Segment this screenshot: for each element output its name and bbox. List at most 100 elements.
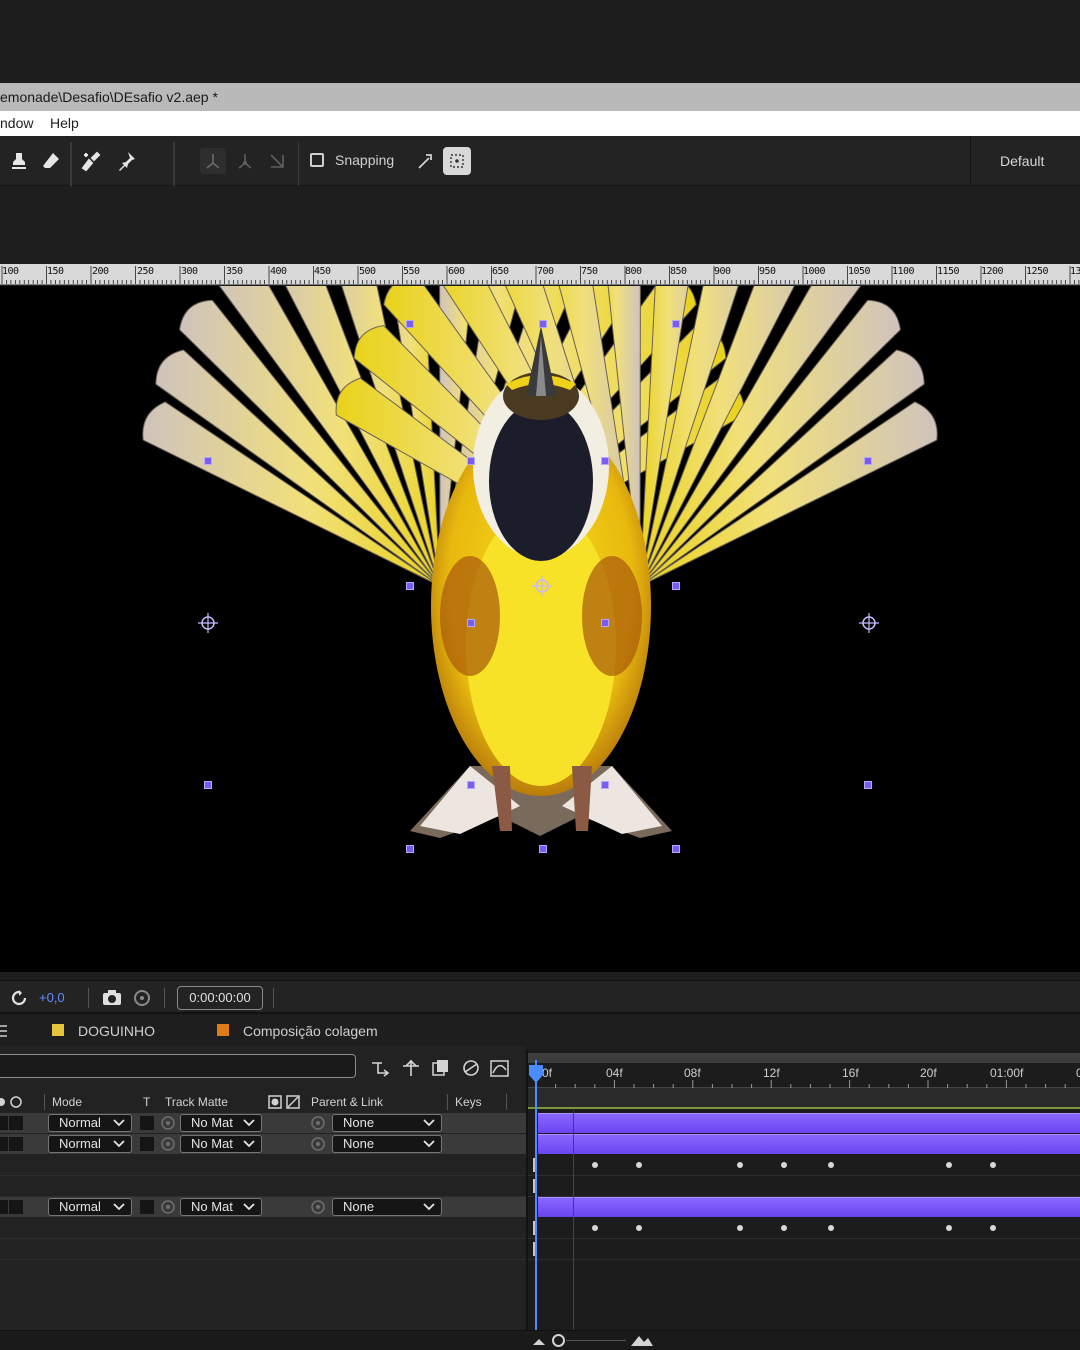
draft-3d-icon[interactable] [400,1058,422,1078]
preserve-transparency-toggle[interactable] [139,1136,155,1152]
layer-duration-bar[interactable] [538,1134,1080,1154]
parent-pickwhip-icon[interactable] [310,1116,326,1130]
keyframe[interactable] [781,1162,787,1168]
snap-options-icon[interactable] [412,148,438,174]
show-snapshot-icon[interactable] [132,989,152,1007]
mode-dropdown[interactable]: Normal [48,1135,132,1153]
puppet-pin-icon[interactable] [114,148,140,174]
snapping-checkbox[interactable] [310,153,324,167]
layer-duration-bar[interactable] [538,1113,1080,1133]
layer-duration-bar[interactable] [538,1197,1080,1217]
anchor-point-icon[interactable] [857,611,881,635]
timeline-graph-area[interactable]: 0f 04f 08f 12f 16f 20f 01:00f 0 [526,1050,1080,1330]
mode-dropdown[interactable]: Normal [48,1114,132,1132]
mode-column-header[interactable]: Mode [52,1095,82,1109]
track-matte-dropdown[interactable]: No Mat [180,1135,262,1153]
anchor-point-icon[interactable] [196,611,220,635]
transform-handle[interactable] [672,582,680,590]
track-matte-column-header[interactable]: Track Matte [165,1095,228,1109]
transform-handle[interactable] [539,320,547,328]
track-matte-dropdown[interactable]: No Mat [180,1198,262,1216]
preserve-transparency-toggle[interactable] [139,1199,155,1215]
layer-row[interactable]: Normal No Mat None [0,1134,526,1154]
transform-handle[interactable] [406,582,414,590]
transform-handle[interactable] [601,781,609,789]
workspace-default[interactable]: Default [970,136,1080,186]
keyframe[interactable] [781,1225,787,1231]
exposure-value[interactable]: +0,0 [39,990,65,1005]
transform-handle[interactable] [672,845,680,853]
transform-handle[interactable] [467,781,475,789]
keyframe[interactable] [592,1225,598,1231]
keyframe[interactable] [636,1162,642,1168]
keyframe[interactable] [592,1162,598,1168]
t-column-header[interactable]: T [143,1095,150,1109]
graph-editor-icon[interactable] [489,1058,511,1078]
eraser-tool-icon[interactable] [38,148,64,174]
keyframe[interactable] [946,1225,952,1231]
snap-features-icon[interactable] [443,147,471,175]
keyframe[interactable] [990,1162,996,1168]
layer-row[interactable]: Normal No Mat None [0,1197,526,1217]
zoom-slider-handle[interactable] [552,1334,565,1347]
keyframe[interactable] [737,1162,743,1168]
zoom-slider-track[interactable] [566,1340,626,1341]
menu-item-help[interactable]: Help [50,111,79,136]
keyframe[interactable] [636,1225,642,1231]
pickwhip-icon[interactable] [160,1200,176,1214]
composition-viewer[interactable] [0,286,1080,972]
transform-handle[interactable] [601,619,609,627]
transform-handle[interactable] [467,619,475,627]
parent-dropdown[interactable]: None [332,1135,442,1153]
transform-handle[interactable] [406,320,414,328]
solo-toggle[interactable] [8,1199,24,1215]
zoom-out-icon[interactable] [532,1335,546,1347]
tab-doguinho[interactable]: DOGUINHO [78,1023,155,1039]
transform-handle[interactable] [406,845,414,853]
solo-toggle[interactable] [8,1136,24,1152]
frame-blending-icon[interactable] [430,1058,452,1078]
stamp-tool-icon[interactable] [6,148,32,174]
parent-link-column-header[interactable]: Parent & Link [311,1095,383,1109]
keyframe[interactable] [828,1225,834,1231]
playhead-icon[interactable] [528,1064,544,1084]
zoom-in-icon[interactable] [630,1333,654,1347]
layer-search-input[interactable] [0,1054,356,1078]
menu-item-window[interactable]: ndow [0,111,33,136]
parent-dropdown[interactable]: None [332,1114,442,1132]
transform-handle[interactable] [204,781,212,789]
pickwhip-icon[interactable] [160,1137,176,1151]
keyframe[interactable] [737,1225,743,1231]
transform-handle[interactable] [864,781,872,789]
playhead-line[interactable] [535,1060,537,1330]
transform-handle[interactable] [864,457,872,465]
motion-blur-icon[interactable] [460,1058,482,1078]
mode-dropdown[interactable]: Normal [48,1198,132,1216]
track-matte-dropdown[interactable]: No Mat [180,1114,262,1132]
keys-column-header[interactable]: Keys [455,1095,482,1109]
view-axis-icon[interactable] [264,148,290,174]
parent-dropdown[interactable]: None [332,1198,442,1216]
current-time-field[interactable]: 0:00:00:00 [177,986,263,1010]
transform-handle[interactable] [672,320,680,328]
work-area-bar[interactable] [528,1053,1080,1063]
parent-pickwhip-icon[interactable] [310,1200,326,1214]
reset-exposure-icon[interactable] [10,989,28,1007]
world-axis-icon[interactable] [232,148,258,174]
local-axis-icon[interactable] [200,148,226,174]
layer-row[interactable]: Normal No Mat None [0,1113,526,1133]
snapshot-camera-icon[interactable] [102,989,122,1007]
panel-menu-icon[interactable] [0,1025,8,1037]
parent-pickwhip-icon[interactable] [310,1137,326,1151]
comp-mini-flowchart-icon[interactable] [370,1058,392,1078]
keyframe[interactable] [946,1162,952,1168]
roto-brush-icon[interactable] [78,148,104,174]
anchor-point-icon[interactable] [530,574,554,598]
preserve-transparency-toggle[interactable] [139,1115,155,1131]
transform-handle[interactable] [467,457,475,465]
solo-toggle[interactable] [8,1115,24,1131]
keyframe[interactable] [828,1162,834,1168]
transform-handle[interactable] [601,457,609,465]
pickwhip-icon[interactable] [160,1116,176,1130]
keyframe[interactable] [990,1225,996,1231]
